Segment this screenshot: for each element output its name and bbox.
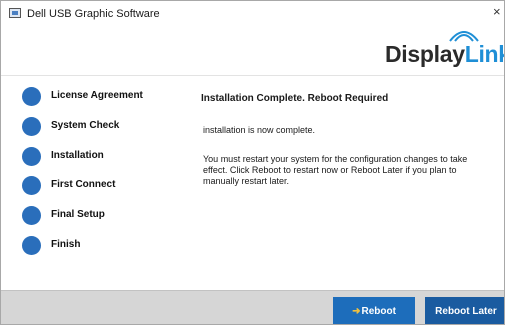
logo-wordmark: DisplayLink — [385, 41, 504, 68]
restart-instructions: You must restart your system for the con… — [203, 154, 468, 186]
reboot-button[interactable]: ➜Reboot — [333, 297, 415, 324]
reboot-later-button[interactable]: Reboot Later — [425, 297, 504, 324]
button-bar: ➜Reboot Reboot Later — [1, 290, 504, 324]
step-dot-icon — [22, 236, 41, 255]
installer-window: Dell USB Graphic Software × DisplayLink … — [0, 0, 505, 325]
header-divider — [1, 75, 504, 76]
step-dot-icon — [22, 147, 41, 166]
step-label: System Check — [51, 120, 120, 131]
window-title: Dell USB Graphic Software — [27, 8, 160, 20]
step-dot-icon — [22, 206, 41, 225]
step-dot-icon — [22, 176, 41, 195]
content-heading: Installation Complete. Reboot Required — [201, 93, 389, 104]
shield-icon: ➜ — [352, 305, 361, 317]
close-icon[interactable]: × — [493, 4, 504, 19]
app-window-icon — [9, 8, 21, 18]
reboot-button-label: Reboot — [361, 305, 396, 317]
step-installation: Installation — [22, 147, 192, 167]
step-final-setup: Final Setup — [22, 206, 192, 226]
displaylink-logo: DisplayLink — [385, 25, 504, 75]
logo-text-link: Link — [464, 41, 504, 67]
step-label: Finish — [51, 239, 81, 250]
step-label: Final Setup — [51, 209, 105, 220]
step-first-connect: First Connect — [22, 176, 192, 196]
step-label: License Agreement — [51, 90, 143, 101]
step-system-check: System Check — [22, 117, 192, 137]
step-license-agreement: License Agreement — [22, 87, 192, 107]
logo-text-display: Display — [385, 41, 465, 67]
status-message: installation is now complete. — [203, 125, 316, 135]
step-label: First Connect — [51, 179, 116, 190]
step-dot-icon — [22, 87, 41, 106]
step-label: Installation — [51, 150, 104, 161]
step-dot-icon — [22, 117, 41, 136]
step-finish: Finish — [22, 236, 192, 256]
